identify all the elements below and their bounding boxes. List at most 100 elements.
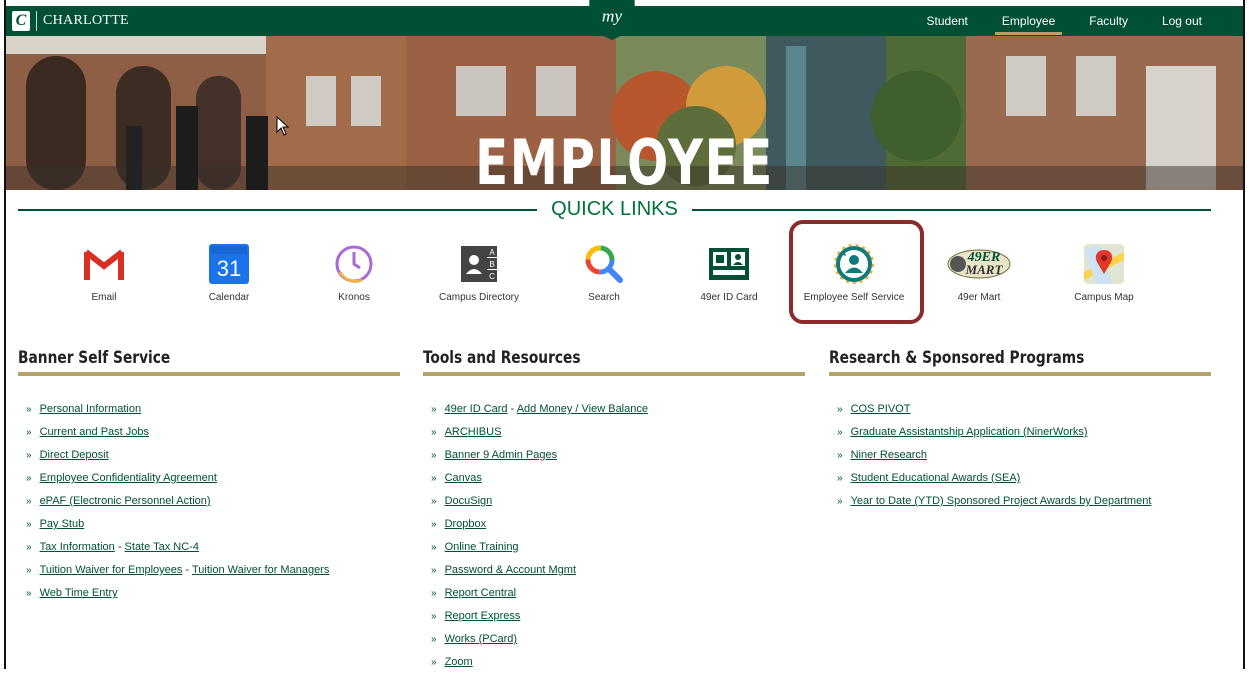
list-item: » Year to Date (YTD) Sponsored Project Aw… bbox=[837, 495, 1152, 507]
quick-link-label: Email bbox=[91, 292, 117, 303]
link-report-express[interactable]: Report Express bbox=[445, 610, 521, 622]
link-canvas[interactable]: Canvas bbox=[445, 472, 482, 484]
list-item: » Graduate Assistantship Application (Nin… bbox=[837, 426, 1088, 438]
my-portal-tab[interactable]: my bbox=[578, 0, 646, 40]
quick-link-label: Campus Map bbox=[1074, 292, 1134, 303]
employee-self-service-highlight bbox=[789, 220, 924, 324]
section-rule bbox=[18, 372, 400, 376]
quick-links-title: QUICK LINKS bbox=[537, 198, 692, 220]
list-item: » Zoom bbox=[431, 656, 473, 668]
mouse-cursor-icon bbox=[276, 116, 290, 136]
link-banner9-admin[interactable]: Banner 9 Admin Pages bbox=[445, 449, 558, 461]
list-item: » Works (PCard) bbox=[431, 633, 518, 645]
link-tuition-waiver-managers[interactable]: Tuition Waiver for Managers bbox=[192, 564, 329, 576]
link-add-money[interactable]: Add Money / View Balance bbox=[517, 403, 648, 415]
link-epaf[interactable]: ePAF (Electronic Personnel Action) bbox=[40, 495, 211, 507]
list-item: » Password & Account Mgmt bbox=[431, 564, 577, 576]
section-rule bbox=[423, 372, 805, 376]
link-cos-pivot[interactable]: COS PIVOT bbox=[851, 403, 911, 415]
logo-divider bbox=[36, 11, 37, 31]
brand-name: CHARLOTTE bbox=[43, 13, 129, 28]
list-item: » Personal Information bbox=[26, 403, 142, 415]
quick-link-campus-map[interactable]: Campus Map bbox=[1044, 242, 1164, 303]
link-student-educational-awards[interactable]: Student Educational Awards (SEA) bbox=[851, 472, 1021, 484]
quick-link-search[interactable]: Search bbox=[544, 242, 664, 303]
list-item: » Tax Information - State Tax NC-4 bbox=[26, 541, 199, 553]
link-direct-deposit[interactable]: Direct Deposit bbox=[40, 449, 109, 461]
quick-link-label: Campus Directory bbox=[438, 292, 520, 303]
quick-links-header: QUICK LINKS bbox=[18, 198, 1211, 220]
quick-link-49er-mart[interactable]: 49ER MART 49er Mart bbox=[919, 242, 1039, 303]
list-item: » Online Training bbox=[431, 541, 519, 553]
link-49er-id-card[interactable]: 49er ID Card bbox=[445, 403, 508, 415]
hero-banner: EMPLOYEE bbox=[6, 36, 1243, 190]
link-state-tax-nc4[interactable]: State Tax NC-4 bbox=[125, 541, 199, 553]
svg-text:B: B bbox=[489, 260, 494, 269]
list-item: » Direct Deposit bbox=[26, 449, 109, 461]
window-border-right bbox=[1243, 0, 1249, 669]
link-report-central[interactable]: Report Central bbox=[445, 587, 517, 599]
banner-links: » Personal Information » Current and Past … bbox=[18, 402, 400, 609]
link-pay-stub[interactable]: Pay Stub bbox=[40, 518, 85, 530]
charlotte-logo[interactable]: C CHARLOTTE bbox=[12, 10, 129, 32]
nav-student[interactable]: Student bbox=[910, 6, 985, 36]
quick-link-kronos[interactable]: Kronos bbox=[294, 242, 414, 303]
svg-text:MART: MART bbox=[965, 262, 1004, 277]
list-item: » Pay Stub bbox=[26, 518, 85, 530]
calendar-icon: 31 bbox=[207, 242, 251, 286]
link-works-pcard[interactable]: Works (PCard) bbox=[445, 633, 518, 645]
research-programs-section: Research & Sponsored Programs » COS PIVOT… bbox=[829, 348, 1211, 517]
quick-link-label: 49er Mart bbox=[957, 292, 1001, 303]
link-docusign[interactable]: DocuSign bbox=[445, 495, 493, 507]
tools-resources-section: Tools and Resources » 49er ID Card - Add … bbox=[423, 348, 805, 678]
link-password-account[interactable]: Password & Account Mgmt bbox=[445, 564, 576, 576]
section-title: Tools and Resources bbox=[423, 348, 581, 368]
quick-link-49er-id-card[interactable]: 49er ID Card bbox=[669, 242, 789, 303]
gmail-icon bbox=[82, 242, 126, 286]
list-item: » Niner Research bbox=[837, 449, 927, 461]
link-online-training[interactable]: Online Training bbox=[445, 541, 519, 553]
list-item: » Employee Confidentiality Agreement bbox=[26, 472, 217, 484]
crown-c-icon: C bbox=[12, 11, 30, 31]
link-archibus[interactable]: ARCHIBUS bbox=[445, 426, 502, 438]
quick-link-email[interactable]: Email bbox=[44, 242, 164, 303]
list-item: » ePAF (Electronic Personnel Action) bbox=[26, 495, 211, 507]
list-item: » Current and Past Jobs bbox=[26, 426, 150, 438]
list-item: » DocuSign bbox=[431, 495, 493, 507]
link-confidentiality-agreement[interactable]: Employee Confidentiality Agreement bbox=[40, 472, 217, 484]
link-tuition-waiver-employees[interactable]: Tuition Waiver for Employees bbox=[40, 564, 183, 576]
map-icon bbox=[1082, 242, 1126, 286]
section-title: Banner Self Service bbox=[18, 348, 171, 368]
nav-employee[interactable]: Employee bbox=[985, 6, 1072, 36]
link-current-past-jobs[interactable]: Current and Past Jobs bbox=[40, 426, 149, 438]
list-item: » Web Time Entry bbox=[26, 587, 118, 599]
nav-logout[interactable]: Log out bbox=[1145, 6, 1219, 36]
nav-faculty[interactable]: Faculty bbox=[1072, 6, 1145, 36]
link-ytd-sponsored-awards[interactable]: Year to Date (YTD) Sponsored Project Awa… bbox=[851, 495, 1152, 507]
quick-link-campus-directory[interactable]: ABC Campus Directory bbox=[419, 242, 539, 303]
link-tax-information[interactable]: Tax Information bbox=[40, 541, 115, 553]
my-label: my bbox=[602, 6, 623, 25]
link-niner-research[interactable]: Niner Research bbox=[851, 449, 927, 461]
banner-self-service-section: Banner Self Service » Personal Informatio… bbox=[18, 348, 400, 609]
list-item: » Report Express bbox=[431, 610, 521, 622]
id-card-icon bbox=[707, 242, 751, 286]
main-nav: Student Employee Faculty Log out bbox=[910, 6, 1219, 36]
list-item: » Report Central bbox=[431, 587, 517, 599]
section-title: Research & Sponsored Programs bbox=[829, 348, 1085, 368]
quick-link-calendar[interactable]: 31 Calendar bbox=[169, 242, 289, 303]
list-item: » Tuition Waiver for Employees - Tuition … bbox=[26, 564, 330, 576]
section-rule bbox=[829, 372, 1211, 376]
49er-mart-logo: 49ER MART bbox=[946, 242, 1012, 286]
list-item: » 49er ID Card - Add Money / View Balance bbox=[431, 403, 648, 415]
list-item: » Dropbox bbox=[431, 518, 487, 530]
search-icon bbox=[582, 242, 626, 286]
link-dropbox[interactable]: Dropbox bbox=[445, 518, 487, 530]
link-zoom[interactable]: Zoom bbox=[445, 656, 473, 668]
list-item: » ARCHIBUS bbox=[431, 426, 502, 438]
link-personal-information[interactable]: Personal Information bbox=[40, 403, 142, 415]
link-web-time-entry[interactable]: Web Time Entry bbox=[40, 587, 118, 599]
list-item: » Banner 9 Admin Pages bbox=[431, 449, 558, 461]
quick-link-label: Calendar bbox=[208, 292, 250, 303]
link-graduate-assistantship[interactable]: Graduate Assistantship Application (Nine… bbox=[851, 426, 1088, 438]
